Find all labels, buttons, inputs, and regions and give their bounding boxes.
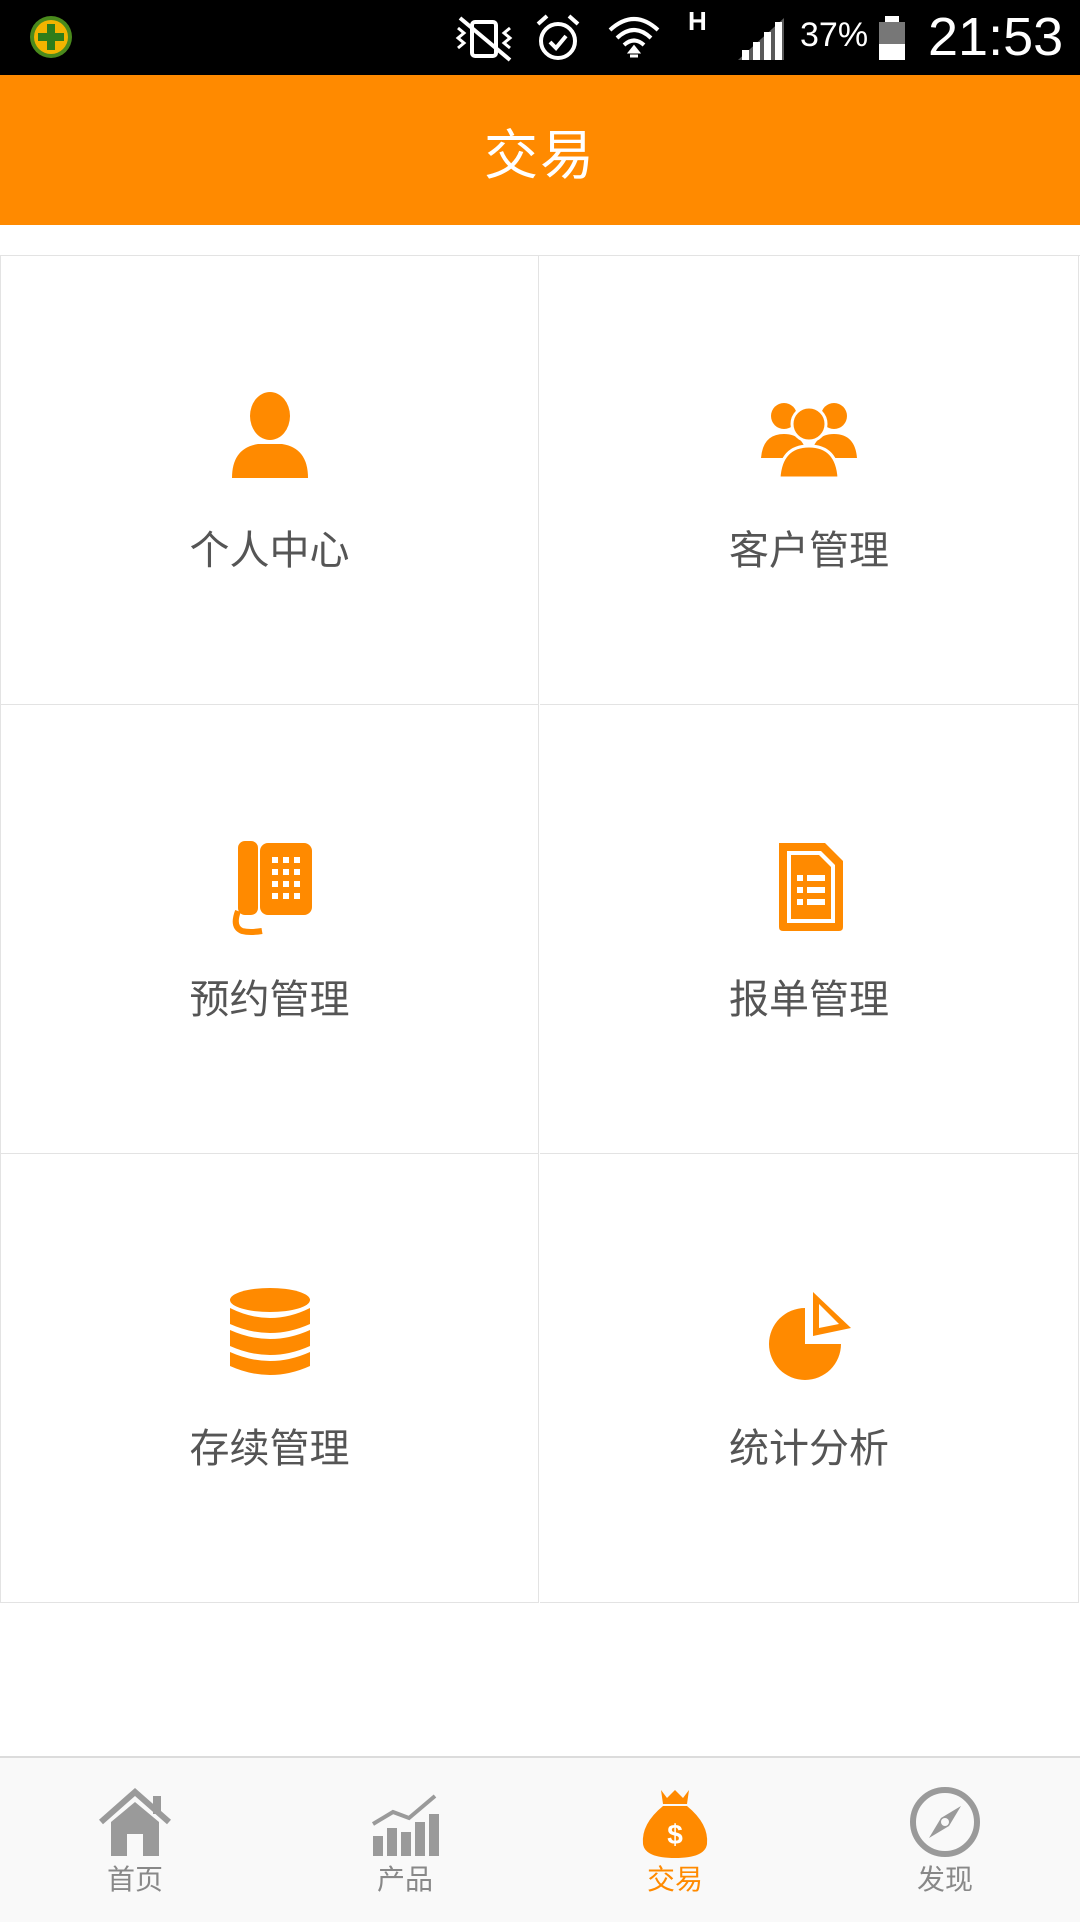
alarm-icon bbox=[536, 14, 580, 60]
database-icon bbox=[229, 1288, 310, 1375]
nav-label: 首页 bbox=[106, 1863, 163, 1896]
grid-item-statistics-analysis[interactable]: 统计分析 bbox=[540, 1154, 1079, 1603]
nav-label: 发现 bbox=[916, 1863, 973, 1896]
bar-chart-icon bbox=[371, 1794, 439, 1856]
network-type-label: H bbox=[688, 6, 707, 36]
nav-label: 产品 bbox=[376, 1863, 433, 1896]
grid-item-label: 客户管理 bbox=[729, 528, 889, 574]
status-time: 21:53 bbox=[928, 7, 1064, 67]
wifi-icon bbox=[608, 17, 660, 58]
document-icon bbox=[779, 843, 843, 931]
home-icon bbox=[99, 1787, 171, 1856]
menu-grid: 个人中心 客户管理 预约管理 报单管理 存续管理 统计分析 bbox=[0, 255, 1080, 1603]
status-bar: H 37% 21:53 bbox=[0, 0, 1080, 75]
vibrate-mute-icon bbox=[455, 16, 513, 62]
signal-icon bbox=[738, 18, 784, 60]
grid-item-holding-management[interactable]: 存续管理 bbox=[0, 1154, 539, 1603]
page-header: 交易 bbox=[0, 75, 1080, 225]
battery-icon bbox=[879, 16, 905, 60]
grid-item-order-management[interactable]: 报单管理 bbox=[540, 705, 1079, 1154]
grid-item-label: 预约管理 bbox=[189, 977, 350, 1023]
pie-chart-icon bbox=[769, 1292, 851, 1380]
group-icon bbox=[761, 403, 857, 480]
nav-item-discover[interactable]: 发现 bbox=[810, 1758, 1080, 1922]
nav-item-home[interactable]: 首页 bbox=[0, 1758, 270, 1922]
nav-item-products[interactable]: 产品 bbox=[270, 1758, 540, 1922]
svg-text:$: $ bbox=[667, 1819, 683, 1850]
grid-item-personal-center[interactable]: 个人中心 bbox=[0, 256, 539, 705]
page-title: 交易 bbox=[484, 123, 596, 187]
nav-label: 交易 bbox=[646, 1863, 703, 1896]
person-icon bbox=[231, 392, 308, 478]
money-bag-icon: $ bbox=[642, 1790, 708, 1858]
grid-item-label: 报单管理 bbox=[729, 977, 889, 1023]
grid-item-appointment-management[interactable]: 预约管理 bbox=[0, 705, 539, 1154]
battery-percent: 37% bbox=[800, 16, 869, 54]
grid-item-label: 个人中心 bbox=[189, 528, 350, 574]
app-notification-icon bbox=[30, 16, 72, 58]
grid-item-label: 统计分析 bbox=[729, 1426, 889, 1472]
compass-icon bbox=[910, 1787, 980, 1857]
nav-item-trade[interactable]: $ 交易 bbox=[540, 1758, 810, 1922]
telephone-icon bbox=[232, 841, 312, 935]
grid-item-label: 存续管理 bbox=[189, 1426, 350, 1472]
grid-item-customer-management[interactable]: 客户管理 bbox=[540, 256, 1079, 705]
bottom-navigation: 首页 产品 $ 交易 发现 bbox=[0, 1756, 1080, 1922]
